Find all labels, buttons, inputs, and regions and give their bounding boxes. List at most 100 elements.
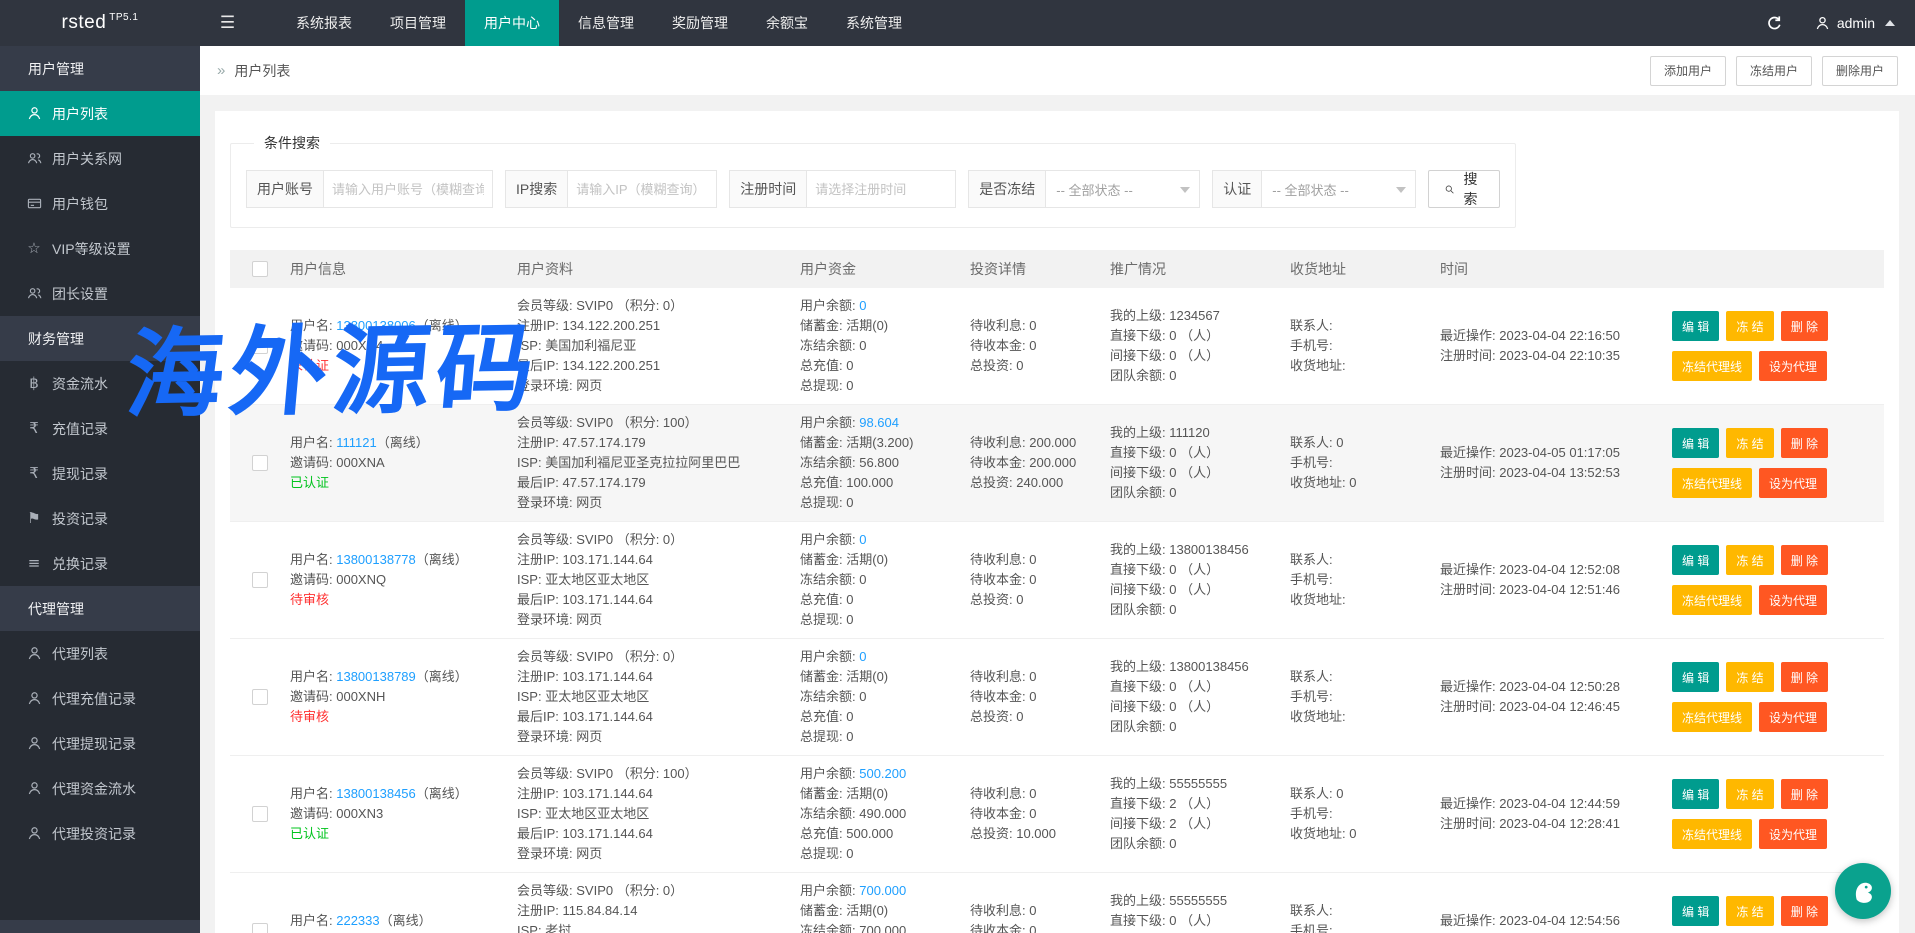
- freeze-status-select[interactable]: -- 全部状态 --: [1045, 170, 1200, 208]
- ip-input[interactable]: [567, 170, 717, 208]
- section-user-management[interactable]: 用户管理: [0, 46, 200, 91]
- edit-button[interactable]: 编 辑: [1672, 311, 1719, 341]
- row-checkbox[interactable]: [252, 923, 268, 933]
- delete-button[interactable]: 删 除: [1781, 428, 1828, 458]
- freeze-agent-line-button[interactable]: 冻结代理线: [1672, 468, 1752, 498]
- row-checkbox[interactable]: [252, 338, 268, 354]
- sidebar-item-fund-flow[interactable]: ฿资金流水: [0, 361, 200, 406]
- balance-link[interactable]: 0: [859, 649, 866, 664]
- sidebar-item-exchange-records[interactable]: ≡兑换记录: [0, 541, 200, 586]
- username-link[interactable]: 222333: [336, 913, 379, 928]
- username-link[interactable]: 13800138789: [336, 669, 416, 684]
- user-menu[interactable]: admin: [1815, 15, 1895, 31]
- balance-link[interactable]: 0: [859, 298, 866, 313]
- row-checkbox[interactable]: [252, 455, 268, 471]
- row-checkbox[interactable]: [252, 806, 268, 822]
- freeze-agent-line-button[interactable]: 冻结代理线: [1672, 351, 1752, 381]
- support-chat-button[interactable]: [1835, 863, 1891, 919]
- balance-link[interactable]: 0: [859, 532, 866, 547]
- add-user-button[interactable]: 添加用户: [1650, 56, 1726, 86]
- nav-reward[interactable]: 奖励管理: [653, 0, 747, 46]
- menu-toggle-icon[interactable]: ☰: [200, 0, 255, 46]
- freeze-agent-line-button[interactable]: 冻结代理线: [1672, 819, 1752, 849]
- freeze-agent-line-button[interactable]: 冻结代理线: [1672, 702, 1752, 732]
- sidebar-item-user-network[interactable]: 用户关系网: [0, 136, 200, 181]
- balance-link[interactable]: 700.000: [859, 883, 906, 898]
- sidebar-item-user-wallet[interactable]: 用户钱包: [0, 181, 200, 226]
- field-label: 冻结余额:: [800, 923, 859, 933]
- freeze-user-button[interactable]: 冻结用户: [1736, 56, 1812, 86]
- nav-user-center[interactable]: 用户中心: [465, 0, 559, 46]
- edit-button[interactable]: 编 辑: [1672, 896, 1719, 926]
- balance-link[interactable]: 500.200: [859, 766, 906, 781]
- sidebar-item-agent-invest[interactable]: 代理投资记录: [0, 811, 200, 856]
- nav-info[interactable]: 信息管理: [559, 0, 653, 46]
- row-checkbox[interactable]: [252, 689, 268, 705]
- sidebar-item-user-list[interactable]: 用户列表: [0, 91, 200, 136]
- edit-button[interactable]: 编 辑: [1672, 545, 1719, 575]
- delete-button[interactable]: 删 除: [1781, 311, 1828, 341]
- sidebar-item-withdraw-records[interactable]: ₹提现记录: [0, 451, 200, 496]
- field-value: 56.800: [859, 455, 899, 470]
- field-value: 100.000: [846, 475, 893, 490]
- freeze-button[interactable]: 冻 结: [1726, 779, 1773, 809]
- sidebar-item-agent-withdraw[interactable]: 代理提现记录: [0, 721, 200, 766]
- nav-yuebao[interactable]: 余额宝: [747, 0, 827, 46]
- action-buttons-row: 编 辑冻 结删 除: [1672, 311, 1884, 341]
- section-agent-management[interactable]: 代理管理: [0, 586, 200, 631]
- sidebar-item-recharge-records[interactable]: ₹充值记录: [0, 406, 200, 451]
- freeze-button[interactable]: 冻 结: [1726, 662, 1773, 692]
- account-input[interactable]: [323, 170, 493, 208]
- sidebar-item-leader-settings[interactable]: 团长设置: [0, 271, 200, 316]
- field-label: 会员等级:: [517, 766, 576, 781]
- delete-button[interactable]: 删 除: [1781, 896, 1828, 926]
- field-value: 000XNA: [336, 455, 384, 470]
- search-button[interactable]: 搜 索: [1428, 170, 1500, 208]
- balance-link[interactable]: 98.604: [859, 415, 899, 430]
- delete-button[interactable]: 删 除: [1781, 779, 1828, 809]
- row-line: 总投资: 10.000: [970, 824, 1100, 844]
- freeze-button[interactable]: 冻 结: [1726, 428, 1773, 458]
- invest-detail-cell: 待收利息: 0待收本金: 0总投资: 0: [970, 316, 1110, 376]
- field-value: 0 （人）: [1169, 348, 1219, 363]
- field-label: 总充值:: [800, 826, 846, 841]
- set-agent-button[interactable]: 设为代理: [1759, 702, 1827, 732]
- edit-button[interactable]: 编 辑: [1672, 428, 1719, 458]
- freeze-button[interactable]: 冻 结: [1726, 896, 1773, 926]
- user-info-cell: 用户名: 13800138778（离线）邀请码: 000XNQ待审核: [290, 550, 517, 610]
- sidebar-item-invest-records[interactable]: ⚑投资记录: [0, 496, 200, 541]
- set-agent-button[interactable]: 设为代理: [1759, 819, 1827, 849]
- username-link[interactable]: 13800138006: [336, 318, 416, 333]
- verify-status-select[interactable]: -- 全部状态 --: [1261, 170, 1416, 208]
- freeze-button[interactable]: 冻 结: [1726, 311, 1773, 341]
- field-label: 总提现:: [800, 378, 846, 393]
- edit-button[interactable]: 编 辑: [1672, 779, 1719, 809]
- edit-button[interactable]: 编 辑: [1672, 662, 1719, 692]
- sidebar-item-agent-fund-flow[interactable]: 代理资金流水: [0, 766, 200, 811]
- delete-user-button[interactable]: 删除用户: [1822, 56, 1898, 86]
- nav-project[interactable]: 项目管理: [371, 0, 465, 46]
- field-label: 我的上级:: [1110, 425, 1169, 440]
- username-link[interactable]: 13800138456: [336, 786, 416, 801]
- delete-button[interactable]: 删 除: [1781, 545, 1828, 575]
- row-checkbox[interactable]: [252, 572, 268, 588]
- sidebar-item-agent-list[interactable]: 代理列表: [0, 631, 200, 676]
- set-agent-button[interactable]: 设为代理: [1759, 468, 1827, 498]
- username-link[interactable]: 13800138778: [336, 552, 416, 567]
- sidebar-item-agent-recharge[interactable]: 代理充值记录: [0, 676, 200, 721]
- refresh-icon[interactable]: [1766, 15, 1783, 32]
- set-agent-button[interactable]: 设为代理: [1759, 585, 1827, 615]
- top-menu: 系统报表项目管理用户中心信息管理奖励管理余额宝系统管理: [255, 0, 921, 46]
- sidebar-item-vip-settings[interactable]: ☆VIP等级设置: [0, 226, 200, 271]
- nav-report[interactable]: 系统报表: [277, 0, 371, 46]
- regtime-input[interactable]: [806, 170, 956, 208]
- delete-button[interactable]: 删 除: [1781, 662, 1828, 692]
- set-agent-button[interactable]: 设为代理: [1759, 351, 1827, 381]
- row-line: 我的上级: 13800138456: [1110, 540, 1280, 560]
- nav-system[interactable]: 系统管理: [827, 0, 921, 46]
- section-finance-management[interactable]: 财务管理: [0, 316, 200, 361]
- freeze-agent-line-button[interactable]: 冻结代理线: [1672, 585, 1752, 615]
- freeze-button[interactable]: 冻 结: [1726, 545, 1773, 575]
- select-all-checkbox[interactable]: [252, 261, 268, 277]
- username-link[interactable]: 111121: [336, 435, 377, 450]
